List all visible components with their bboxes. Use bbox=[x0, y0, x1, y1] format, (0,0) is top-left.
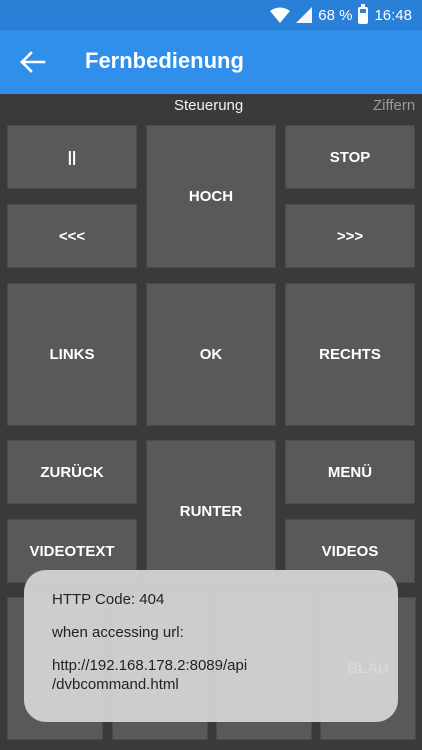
error-toast: HTTP Code: 404 when accessing url: http:… bbox=[24, 570, 398, 722]
wifi-icon bbox=[270, 7, 291, 23]
menu-button[interactable]: MENÜ bbox=[285, 440, 415, 504]
status-time: 16:48 bbox=[374, 6, 412, 24]
tab-bar: Steuerung Ziffern bbox=[0, 94, 422, 120]
right-button[interactable]: RECHTS bbox=[285, 283, 415, 426]
forward-button[interactable]: >>> bbox=[285, 204, 415, 268]
battery-percent: 68 % bbox=[318, 6, 353, 24]
status-icons: 68 % 16:48 bbox=[270, 3, 412, 26]
rewind-button[interactable]: <<< bbox=[7, 204, 137, 268]
pause-button[interactable]: || bbox=[7, 125, 137, 189]
toast-url-line1: http://192.168.178.2:8089/api bbox=[52, 657, 248, 674]
signal-icon bbox=[296, 7, 313, 23]
toast-message: when accessing url: bbox=[52, 624, 184, 641]
ok-button[interactable]: OK bbox=[146, 283, 276, 426]
tab-ziffern[interactable]: Ziffern bbox=[373, 97, 415, 114]
status-bar: 68 % 16:48 bbox=[0, 0, 422, 30]
tab-steuerung[interactable]: Steuerung bbox=[174, 97, 243, 114]
down-button[interactable]: RUNTER bbox=[146, 440, 276, 583]
toast-url-line2: /dvbcommand.html bbox=[52, 676, 179, 693]
app-bar: Fernbedienung bbox=[0, 30, 422, 94]
battery-icon bbox=[358, 3, 369, 24]
back-button[interactable]: ZURÜCK bbox=[7, 440, 137, 504]
page-title: Fernbedienung bbox=[85, 48, 244, 73]
toast-http-code: HTTP Code: 404 bbox=[52, 591, 165, 608]
up-button[interactable]: HOCH bbox=[146, 125, 276, 268]
stop-button[interactable]: STOP bbox=[285, 125, 415, 189]
left-button[interactable]: LINKS bbox=[7, 283, 137, 426]
arrow-back-icon[interactable] bbox=[18, 48, 48, 76]
